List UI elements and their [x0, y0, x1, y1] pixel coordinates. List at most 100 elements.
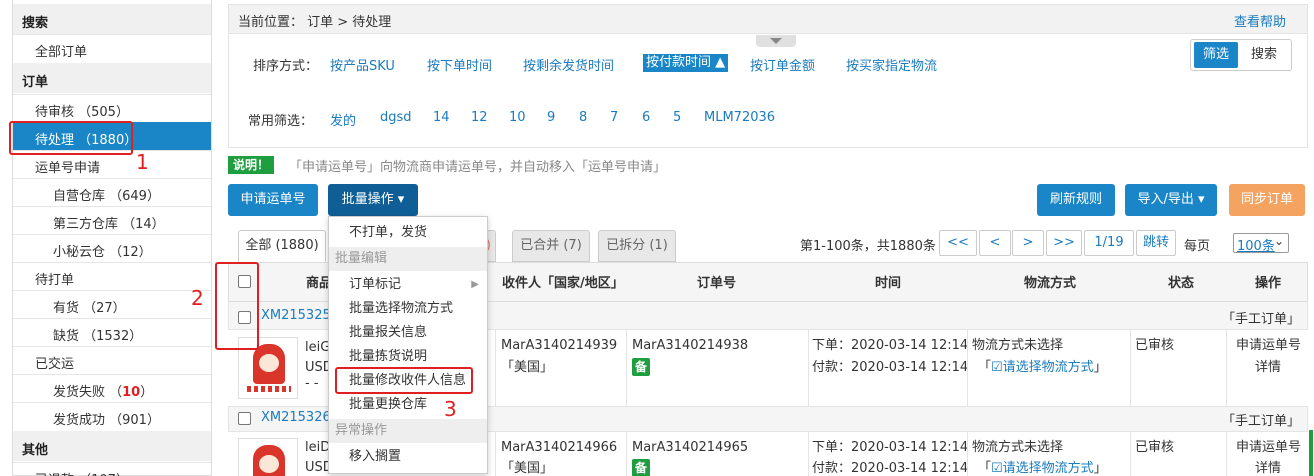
tab-merged[interactable]: 已合并 (7): [512, 230, 590, 262]
sort-option-buyer-logistics[interactable]: 按买家指定物流: [846, 55, 937, 74]
select-logistics-link[interactable]: 「☑请选择物流方式」: [978, 357, 1107, 378]
filter-toggle-button[interactable]: 筛选: [1194, 42, 1238, 68]
sidebar-item-refunded[interactable]: 已退款 （107）: [13, 462, 211, 476]
sidebar-item-third-warehouse[interactable]: 第三方仓库 （14）: [13, 206, 211, 234]
time-pay: 付款：2020-03-14 12:14: [812, 360, 969, 375]
sidebar-head-orders: 订单: [13, 63, 211, 93]
per-page-select[interactable]: 100条 ⌄: [1233, 233, 1289, 254]
logistics-warning: 物流方式未选择: [972, 440, 1064, 455]
breadcrumb: 当前位置： 订单 > 待处理: [238, 15, 392, 30]
sidebar-item-own-warehouse[interactable]: 自营仓库 （649）: [13, 178, 211, 206]
annotation-box-1: [9, 121, 133, 155]
order-status: 已审核: [1135, 440, 1175, 455]
order-number-link[interactable]: MarA3140214938: [632, 335, 748, 356]
per-page-label: 每页: [1184, 239, 1211, 254]
menu-section-exception: 异常操作: [329, 419, 487, 443]
order-number-link[interactable]: MarA3140214965: [632, 437, 748, 458]
sidebar-item-ship-fail[interactable]: 发货失败 （10）: [13, 374, 211, 402]
filter-tag[interactable]: 6: [642, 110, 650, 125]
filter-tag[interactable]: 7: [610, 110, 618, 125]
filter-tag[interactable]: 14: [433, 110, 450, 125]
filter-tag[interactable]: 发的: [330, 110, 356, 129]
header-status: 状态: [1168, 276, 1195, 291]
sidebar-item-in-stock[interactable]: 有货 （27）: [13, 290, 211, 318]
filter-tag[interactable]: 5: [673, 110, 681, 125]
menu-item-batch-select-logistics[interactable]: 批量选择物流方式: [329, 297, 487, 321]
order-note-badge: 备: [632, 358, 650, 376]
menu-item-no-print-ship[interactable]: 不打单，发货: [329, 221, 487, 245]
page-first-button[interactable]: <<: [939, 230, 977, 256]
order-note-badge: 备: [632, 459, 650, 476]
ship-fail-end: ）: [140, 385, 154, 400]
edit-icon: ☑: [991, 360, 1003, 375]
filter-tag[interactable]: 8: [579, 110, 587, 125]
product-extra: - -: [305, 376, 319, 391]
menu-item-move-shelve[interactable]: 移入搁置: [329, 445, 487, 469]
apply-waybill-button[interactable]: 申请运单号: [228, 184, 318, 216]
sidebar-item-ship-success[interactable]: 发货成功 （901）: [13, 402, 211, 430]
page-last-button[interactable]: >>: [1046, 230, 1082, 256]
menu-item-order-mark[interactable]: 订单标记 ▶: [329, 273, 487, 297]
sort-label: 排序方式：: [253, 59, 319, 74]
annotation-number-3: 3: [444, 397, 457, 421]
order-status: 已审核: [1135, 338, 1175, 353]
sort-option-order-time[interactable]: 按下单时间: [427, 55, 492, 74]
sidebar-item-shipped[interactable]: 已交运: [13, 346, 211, 374]
apply-waybill-link[interactable]: 申请运单号: [1236, 335, 1301, 356]
menu-item-batch-change-warehouse[interactable]: 批量更换仓库: [329, 393, 487, 417]
row-checkbox[interactable]: [238, 412, 251, 425]
sidebar-item-xiaomi-warehouse[interactable]: 小秘云仓 （12）: [13, 234, 211, 262]
page-indicator[interactable]: 1/19: [1084, 230, 1134, 256]
time-order: 下单：2020-03-14 12:14: [812, 338, 969, 353]
page-next-button[interactable]: >: [1012, 230, 1044, 256]
sort-option-remaining-time[interactable]: 按剩余发货时间: [523, 55, 614, 74]
sort-option-sku[interactable]: 按产品SKU: [330, 55, 395, 74]
tab-split[interactable]: 已拆分 (1): [598, 230, 676, 262]
product-image[interactable]: [238, 438, 298, 476]
filter-tag[interactable]: 9: [547, 110, 555, 125]
filter-tag[interactable]: MLM72036: [704, 110, 775, 125]
detail-link[interactable]: 详情: [1255, 458, 1281, 476]
import-export-button[interactable]: 导入/导出 ▾: [1125, 184, 1217, 216]
apply-waybill-link[interactable]: 申请运单号: [1236, 437, 1301, 458]
product-name[interactable]: leiG: [305, 337, 330, 358]
sidebar-item-to-print[interactable]: 待打单: [13, 262, 211, 290]
select-logistics-link[interactable]: 「☑请选择物流方式」: [978, 458, 1107, 476]
collapse-handle[interactable]: [756, 35, 796, 47]
menu-item-batch-customs[interactable]: 批量报关信息: [329, 321, 487, 345]
page-prev-button[interactable]: <: [979, 230, 1011, 256]
filter-tag[interactable]: 12: [471, 110, 488, 125]
sort-option-pay-time[interactable]: 按付款时间 ▲: [643, 54, 729, 72]
scrollbar[interactable]: [1309, 430, 1313, 476]
ship-fail-label: 发货失败 （: [53, 385, 123, 400]
product-name[interactable]: leiD: [305, 437, 330, 458]
filter-panel: [228, 34, 1308, 148]
filter-tag[interactable]: dgsd: [380, 110, 412, 125]
sidebar-item-out-stock[interactable]: 缺货 （1532）: [13, 318, 211, 346]
menu-item-batch-picking[interactable]: 批量拣货说明: [329, 345, 487, 369]
sidebar-item-pending-review[interactable]: 待审核 （505）: [13, 94, 211, 122]
refresh-rules-button[interactable]: 刷新规则: [1037, 184, 1115, 216]
annotation-number-1: 1: [136, 150, 149, 174]
help-link[interactable]: 查看帮助: [1234, 11, 1286, 30]
batch-ops-dropdown: 不打单，发货 批量编辑 订单标记 ▶ 批量选择物流方式 批量报关信息 批量拣货说明…: [328, 216, 488, 474]
sync-orders-button[interactable]: 同步订单: [1229, 184, 1305, 216]
batch-ops-button[interactable]: 批量操作 ▾: [328, 184, 418, 216]
chevron-down-icon: ⌄: [1273, 234, 1284, 248]
sort-option-amount[interactable]: 按订单金额: [750, 55, 815, 74]
menu-section-batch-edit: 批量编辑: [329, 247, 487, 271]
note-text: 「申请运单号」向物流商申请运单号，并自动移入「运单号申请」: [289, 160, 667, 175]
filter-tag[interactable]: 10: [509, 110, 526, 125]
edit-icon: ☑: [991, 461, 1003, 476]
caret-down-icon: [770, 38, 782, 44]
detail-link[interactable]: 详情: [1255, 357, 1281, 378]
annotation-box-2: [215, 262, 259, 350]
annotation-box-3: [335, 367, 473, 394]
tab-all[interactable]: 全部 (1880): [238, 230, 326, 262]
page-jump-button[interactable]: 跳转: [1136, 230, 1176, 256]
header-order-no: 订单号: [697, 276, 737, 291]
sidebar-item-all-orders[interactable]: 全部订单: [13, 34, 211, 62]
search-toggle-button[interactable]: 搜索: [1242, 42, 1286, 68]
logistics-warning: 物流方式未选择: [972, 338, 1064, 353]
header-time: 时间: [875, 276, 902, 291]
